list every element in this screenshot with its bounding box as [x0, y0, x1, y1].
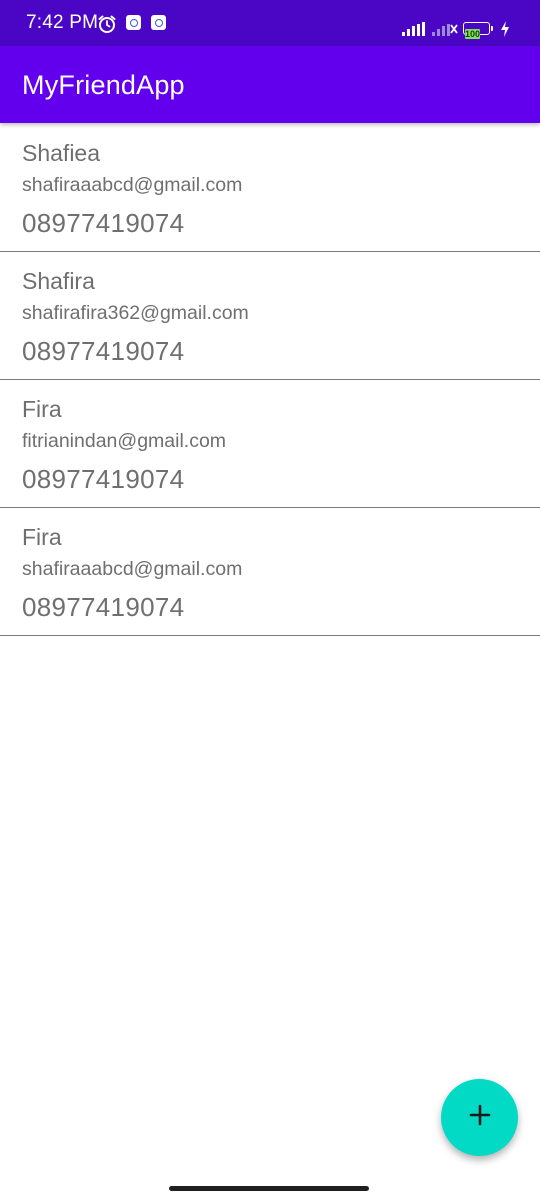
friend-phone: 08977419074 [22, 592, 185, 622]
friend-list-item[interactable]: Shafira shafirafira362@gmail.com 0897741… [0, 252, 540, 380]
friend-name: Shafiea [22, 140, 101, 166]
charging-icon [500, 21, 510, 42]
app-bar: MyFriendApp [0, 46, 540, 123]
status-time: 7:42 PM [26, 12, 99, 33]
app-notification-icon [126, 15, 141, 30]
friend-email: shafirafira362@gmail.com [22, 302, 249, 324]
friend-phone: 08977419074 [22, 464, 185, 494]
friend-email: shafiraaabcd@gmail.com [22, 174, 243, 196]
friend-email: shafiraaabcd@gmail.com [22, 558, 243, 580]
friend-name: Fira [22, 396, 62, 422]
status-bar: 7:42 PM 100 [0, 0, 540, 46]
battery-cap [491, 26, 493, 31]
home-indicator[interactable] [169, 1186, 369, 1191]
plus-icon [468, 1103, 492, 1132]
app-notification-icon [151, 15, 166, 30]
friend-name: Fira [22, 524, 62, 550]
friend-list-item[interactable]: Fira fitrianindan@gmail.com 08977419074 [0, 380, 540, 508]
friend-name: Shafira [22, 268, 95, 294]
friend-list-item[interactable]: Fira shafiraaabcd@gmail.com 08977419074 [0, 508, 540, 636]
friend-list-item[interactable]: Shafiea shafiraaabcd@gmail.com 089774190… [0, 124, 540, 252]
signal-icon [432, 22, 458, 41]
battery-level: 100 [465, 29, 481, 39]
friend-phone: 08977419074 [22, 336, 185, 366]
friend-list: Shafiea shafiraaabcd@gmail.com 089774190… [0, 124, 540, 636]
alarm-icon [97, 14, 117, 39]
battery-icon: 100 [463, 22, 490, 39]
friend-phone: 08977419074 [22, 208, 185, 238]
app-title: MyFriendApp [22, 70, 185, 100]
signal-icon [402, 22, 426, 41]
add-friend-button[interactable] [441, 1079, 518, 1156]
friend-email: fitrianindan@gmail.com [22, 430, 227, 452]
